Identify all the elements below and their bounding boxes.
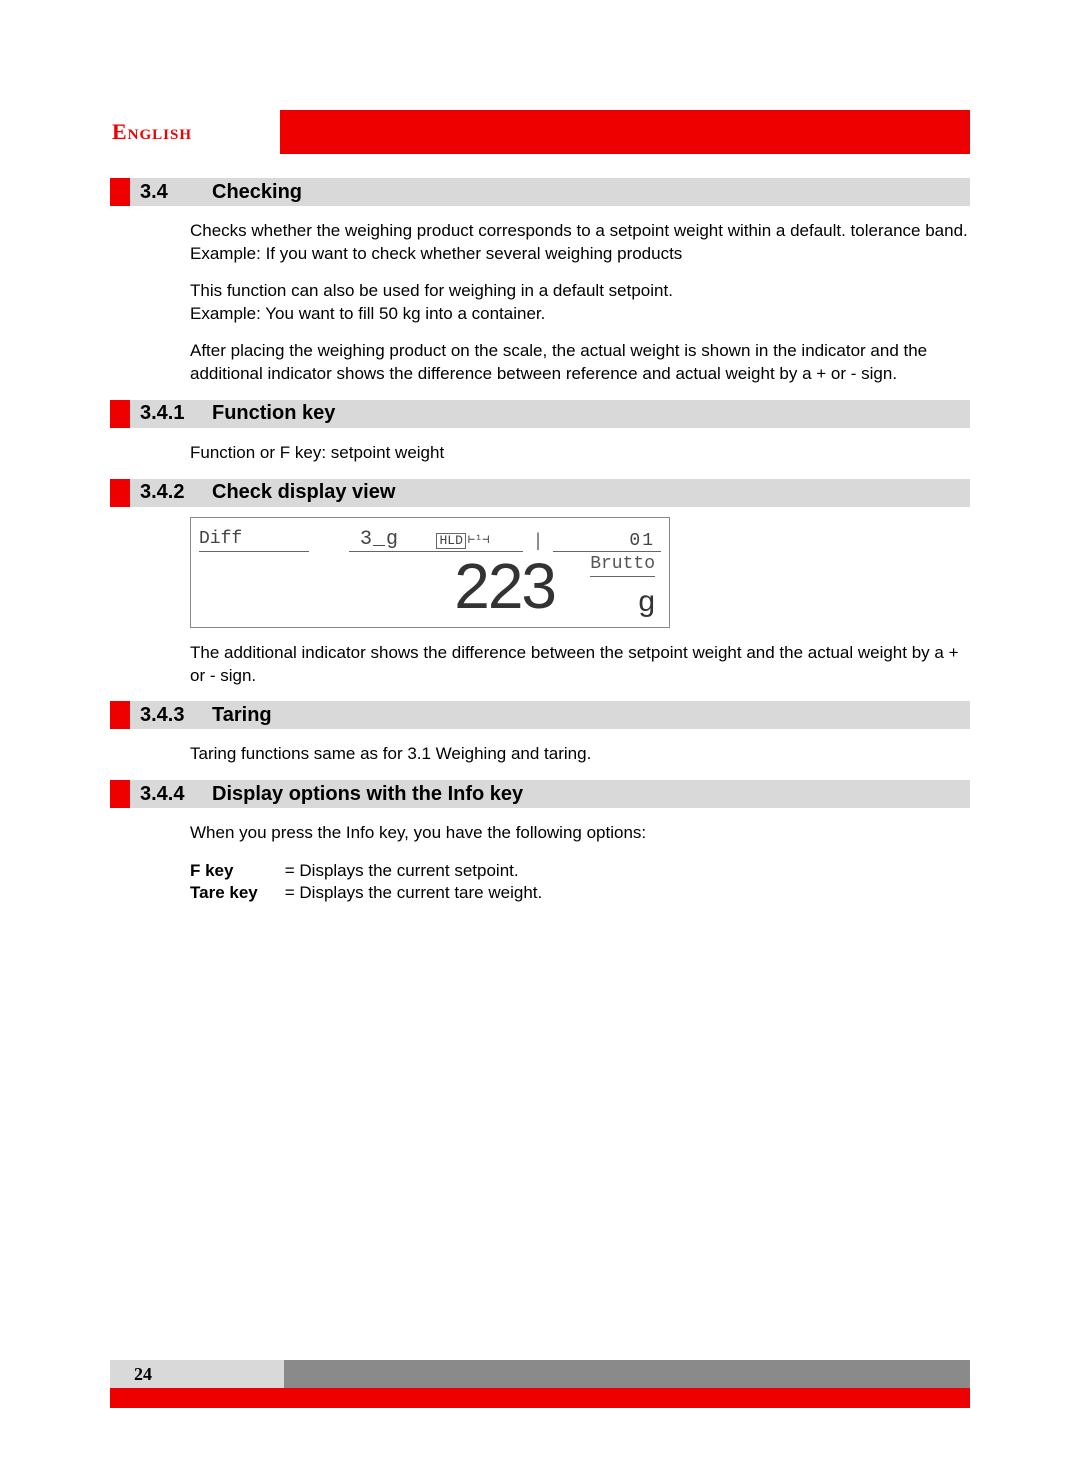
heading-title: Check display view (212, 481, 395, 504)
lcd-top-row: Diff 3_g HLD ⊢¹⊣ | 01 (199, 524, 661, 552)
option-row: F key = Displays the current setpoint. (110, 861, 970, 881)
section-3-4-4: 3.4.4 Display options with the Info key … (110, 780, 970, 903)
lcd-display-figure: Diff 3_g HLD ⊢¹⊣ | 01 223 Brutto g (190, 517, 670, 628)
lcd-range-marker: ⊢¹⊣ (468, 532, 490, 547)
lcd-unit: g (575, 585, 655, 619)
lcd-diff-label: Diff (199, 529, 309, 552)
footer-bar: 24 (110, 1360, 970, 1388)
heading-number: 3.4.2 (140, 481, 212, 504)
heading-number: 3.4.4 (140, 783, 212, 806)
option-key: Tare key (190, 883, 280, 903)
footer: 24 (110, 1360, 970, 1408)
paragraph: This function can also be used for weigh… (110, 280, 970, 326)
heading-number: 3.4.1 (140, 402, 212, 425)
lcd-main-value: 223 (349, 554, 575, 618)
heading-3-4-4: 3.4.4 Display options with the Info key (110, 780, 970, 808)
paragraph: When you press the Info key, you have th… (110, 822, 970, 845)
heading-3-4-1: 3.4.1 Function key (110, 400, 970, 428)
heading-title: Taring (212, 704, 272, 727)
option-row: Tare key = Displays the current tare wei… (110, 883, 970, 903)
footer-red-strip (110, 1388, 970, 1408)
lcd-index: 01 (553, 531, 661, 552)
lcd-main-row: 223 Brutto g (199, 554, 661, 619)
heading-red-marker (110, 780, 130, 808)
header-bar: English (110, 110, 970, 154)
paragraph: Taring functions same as for 3.1 Weighin… (110, 743, 970, 766)
lcd-separator: | (523, 532, 553, 552)
heading-number: 3.4 (140, 181, 212, 204)
lcd-brutto-label: Brutto (590, 554, 655, 577)
section-3-4-1: 3.4.1 Function key Function or F key: se… (110, 400, 970, 465)
heading-red-marker (110, 479, 130, 507)
heading-3-4: 3.4 Checking (110, 178, 970, 206)
paragraph: The additional indicator shows the diffe… (110, 642, 970, 688)
footer-grey-strip (284, 1360, 970, 1388)
option-desc: = Displays the current tare weight. (285, 883, 542, 902)
heading-grey-bar: 3.4.1 Function key (130, 400, 970, 428)
heading-red-marker (110, 178, 130, 206)
heading-grey-bar: 3.4.3 Taring (130, 701, 970, 729)
paragraph: After placing the weighing product on th… (110, 340, 970, 386)
heading-title: Function key (212, 402, 335, 425)
heading-3-4-2: 3.4.2 Check display view (110, 479, 970, 507)
manual-page: English 3.4 Checking Checks whether the … (0, 0, 1080, 1468)
option-desc: = Displays the current setpoint. (285, 861, 519, 880)
heading-grey-bar: 3.4.4 Display options with the Info key (130, 780, 970, 808)
lcd-small-value: 3_g (349, 528, 403, 552)
lcd-hld-box: HLD (436, 533, 465, 549)
paragraph: Checks whether the weighing product corr… (110, 220, 970, 266)
heading-title: Display options with the Info key (212, 783, 523, 806)
page-number: 24 (134, 1364, 152, 1385)
section-3-4-3: 3.4.3 Taring Taring functions same as fo… (110, 701, 970, 766)
section-3-4: 3.4 Checking Checks whether the weighing… (110, 178, 970, 386)
section-3-4-2: 3.4.2 Check display view Diff 3_g HLD ⊢¹… (110, 479, 970, 688)
language-label: English (110, 110, 192, 154)
heading-title: Checking (212, 181, 302, 204)
heading-red-marker (110, 400, 130, 428)
heading-grey-bar: 3.4.2 Check display view (130, 479, 970, 507)
heading-number: 3.4.3 (140, 704, 212, 727)
paragraph: Function or F key: setpoint weight (110, 442, 970, 465)
footer-page-cell: 24 (110, 1360, 284, 1388)
heading-3-4-3: 3.4.3 Taring (110, 701, 970, 729)
heading-red-marker (110, 701, 130, 729)
heading-grey-bar: 3.4 Checking (130, 178, 970, 206)
lcd-hld-group: HLD ⊢¹⊣ (403, 533, 523, 552)
option-key: F key (190, 861, 280, 881)
